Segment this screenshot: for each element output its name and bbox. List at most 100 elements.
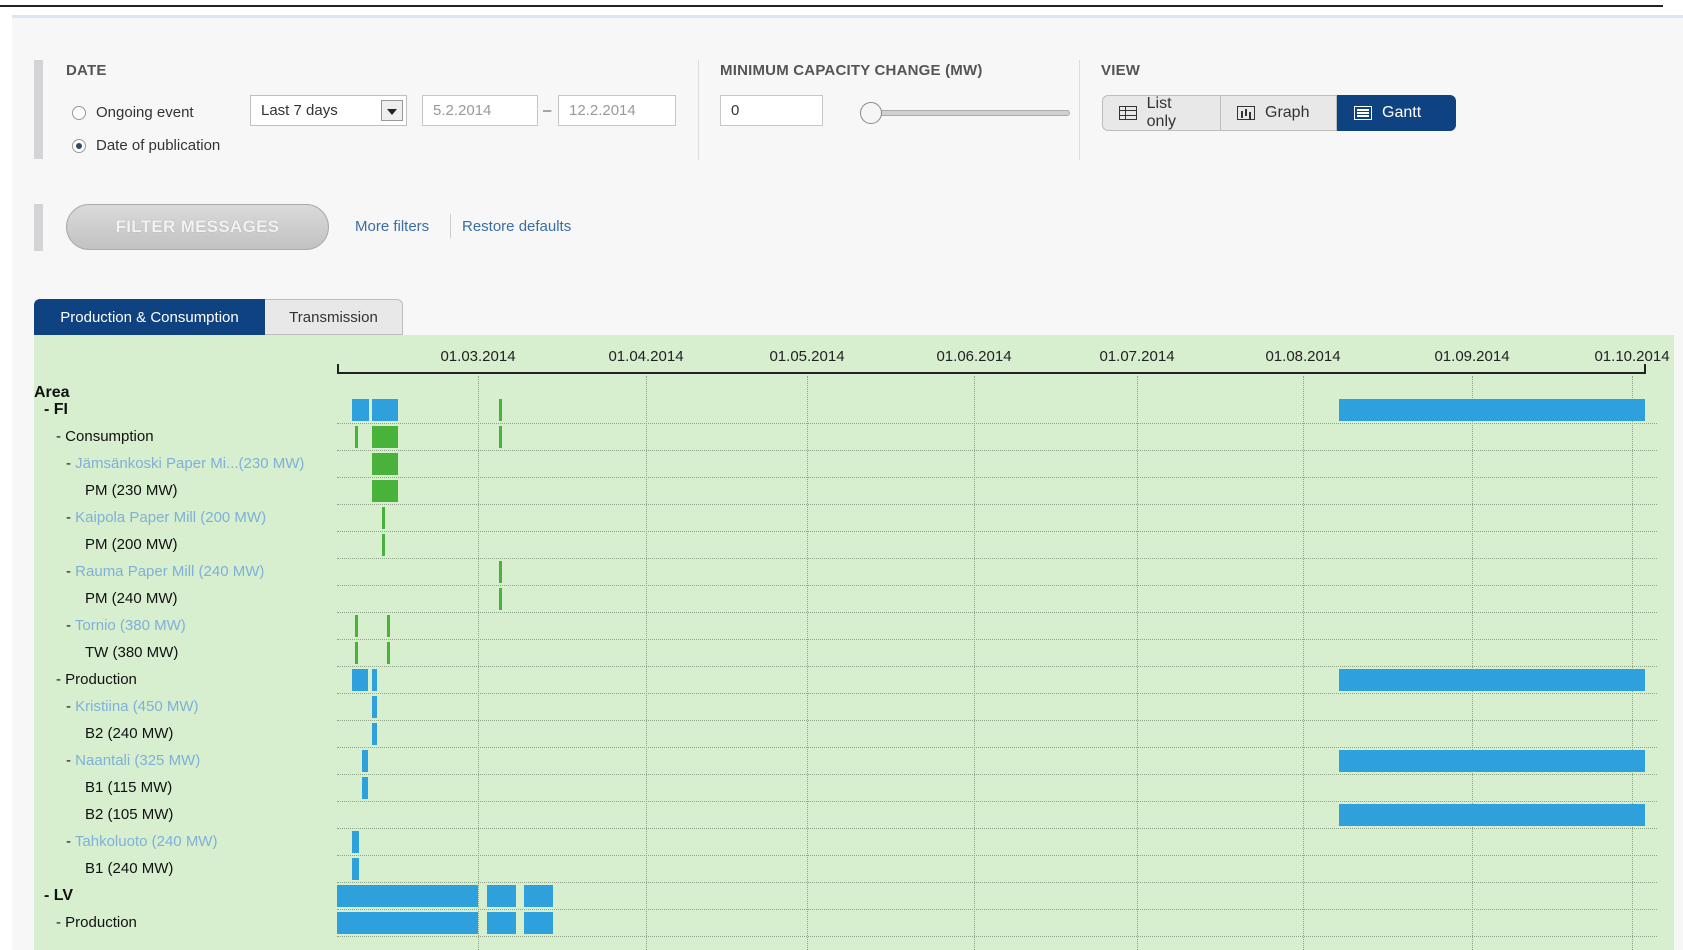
consumption-event-bar[interactable]	[355, 615, 358, 637]
gantt-row-label: B1 (115 MW)	[85, 779, 172, 796]
row-text: B2 (105 MW)	[85, 806, 174, 823]
consumption-event-bar[interactable]	[382, 507, 385, 529]
consumption-event-bar[interactable]	[355, 642, 358, 664]
gantt-row-label[interactable]: - Tahkoluoto (240 MW)	[66, 833, 217, 850]
date-heading: DATE	[66, 62, 107, 79]
production-event-bar[interactable]	[1339, 669, 1645, 691]
collapse-toggle[interactable]: -	[66, 617, 75, 634]
production-event-bar[interactable]	[352, 399, 369, 421]
date-to-input[interactable]: 12.2.2014	[558, 95, 676, 126]
capacity-input[interactable]: 0	[720, 95, 823, 126]
consumption-event-bar[interactable]	[372, 426, 398, 448]
production-event-bar[interactable]	[372, 669, 377, 691]
view-list-only-button[interactable]: List only	[1102, 95, 1221, 131]
row-gridline	[337, 801, 1657, 802]
production-event-bar[interactable]	[372, 723, 377, 745]
row-gridline	[337, 477, 1657, 478]
more-filters-link[interactable]: More filters	[355, 218, 429, 235]
radio-publication-icon[interactable]	[72, 138, 86, 153]
production-event-bar[interactable]	[1339, 804, 1645, 826]
collapse-toggle[interactable]: -	[66, 833, 75, 850]
view-graph-button[interactable]: Graph	[1221, 95, 1337, 131]
consumption-event-bar[interactable]	[499, 561, 502, 583]
tab-production-consumption[interactable]: Production & Consumption	[34, 299, 265, 335]
collapse-toggle[interactable]: -	[66, 698, 75, 715]
collapse-toggle[interactable]: -	[56, 671, 65, 688]
collapse-toggle[interactable]: -	[66, 455, 75, 472]
production-event-bar[interactable]	[524, 912, 553, 934]
gantt-row-label: B1 (240 MW)	[85, 860, 173, 877]
filter-messages-button[interactable]: FILTER MESSAGES	[66, 204, 329, 250]
production-event-bar[interactable]	[352, 831, 359, 853]
consumption-event-bar[interactable]	[499, 588, 502, 610]
timeline-axis-tick	[1644, 364, 1646, 374]
timeline-gridline	[1137, 376, 1138, 950]
collapse-toggle[interactable]: -	[44, 401, 54, 418]
radio-date-of-publication[interactable]: Date of publication	[72, 137, 220, 154]
timeline-date-label: 01.08.2014	[1265, 348, 1341, 365]
row-gridline	[337, 423, 1657, 424]
production-event-bar[interactable]	[362, 750, 368, 772]
restore-defaults-link[interactable]: Restore defaults	[462, 218, 571, 235]
tab-transmission[interactable]: Transmission	[265, 299, 403, 335]
collapse-toggle[interactable]: -	[56, 914, 65, 931]
row-gridline	[337, 558, 1657, 559]
capacity-slider-track[interactable]	[868, 110, 1070, 116]
gantt-row-label[interactable]: - Rauma Paper Mill (240 MW)	[66, 563, 264, 580]
plant-link[interactable]: Kristiina (450 MW)	[75, 698, 198, 715]
section-marker	[34, 204, 43, 251]
consumption-event-bar[interactable]	[372, 453, 398, 475]
gantt-row-label[interactable]: - Naantali (325 MW)	[66, 752, 200, 769]
radio-ongoing-event[interactable]: Ongoing event	[72, 104, 194, 121]
production-event-bar[interactable]	[487, 885, 516, 907]
production-event-bar[interactable]	[1339, 750, 1645, 772]
production-event-bar[interactable]	[372, 399, 398, 421]
production-event-bar[interactable]	[372, 696, 377, 718]
production-event-bar[interactable]	[352, 669, 368, 691]
row-gridline	[337, 666, 1657, 667]
production-event-bar[interactable]	[362, 777, 368, 799]
row-gridline	[337, 774, 1657, 775]
divider	[1079, 60, 1080, 160]
plant-link[interactable]: Tahkoluoto (240 MW)	[75, 833, 218, 850]
consumption-event-bar[interactable]	[372, 480, 398, 502]
consumption-event-bar[interactable]	[387, 642, 390, 664]
production-event-bar[interactable]	[337, 885, 478, 907]
production-event-bar[interactable]	[352, 858, 359, 880]
plant-link[interactable]: Tornio (380 MW)	[75, 617, 186, 634]
production-event-bar[interactable]	[1339, 399, 1645, 421]
capacity-slider-handle[interactable]	[860, 102, 882, 124]
date-from-input[interactable]: 5.2.2014	[422, 95, 538, 126]
consumption-event-bar[interactable]	[387, 615, 390, 637]
collapse-toggle[interactable]: -	[56, 428, 65, 445]
collapse-toggle[interactable]: -	[66, 563, 75, 580]
plant-link[interactable]: Jämsänkoski Paper Mi...(230 MW)	[75, 455, 304, 472]
gantt-row-label[interactable]: - Kaipola Paper Mill (200 MW)	[66, 509, 266, 526]
consumption-event-bar[interactable]	[499, 426, 502, 448]
consumption-event-bar[interactable]	[382, 534, 385, 556]
production-event-bar[interactable]	[337, 912, 478, 934]
period-select[interactable]: Last 7 days	[250, 95, 407, 126]
collapse-toggle[interactable]: -	[44, 887, 54, 904]
production-event-bar[interactable]	[524, 885, 553, 907]
timeline-axis-tick	[337, 364, 339, 374]
gantt-row-label[interactable]: - Tornio (380 MW)	[66, 617, 186, 634]
row-text: Production	[65, 671, 137, 688]
collapse-toggle[interactable]: -	[66, 752, 75, 769]
row-gridline	[337, 936, 1657, 937]
gantt-row-label[interactable]: - Kristiina (450 MW)	[66, 698, 199, 715]
radio-ongoing-icon[interactable]	[72, 105, 86, 120]
plant-link[interactable]: Naantali (325 MW)	[75, 752, 200, 769]
gantt-row-label[interactable]: - Jämsänkoski Paper Mi...(230 MW)	[66, 455, 304, 472]
chevron-down-icon[interactable]	[381, 100, 403, 121]
top-border	[0, 5, 1663, 7]
plant-link[interactable]: Kaipola Paper Mill (200 MW)	[75, 509, 266, 526]
collapse-toggle[interactable]: -	[66, 509, 75, 526]
plant-link[interactable]: Rauma Paper Mill (240 MW)	[75, 563, 264, 580]
row-text: PM (200 MW)	[85, 536, 178, 553]
view-gantt-button[interactable]: Gantt	[1337, 95, 1456, 131]
consumption-event-bar[interactable]	[499, 399, 502, 421]
row-text: Consumption	[65, 428, 154, 445]
consumption-event-bar[interactable]	[355, 426, 358, 448]
production-event-bar[interactable]	[487, 912, 516, 934]
